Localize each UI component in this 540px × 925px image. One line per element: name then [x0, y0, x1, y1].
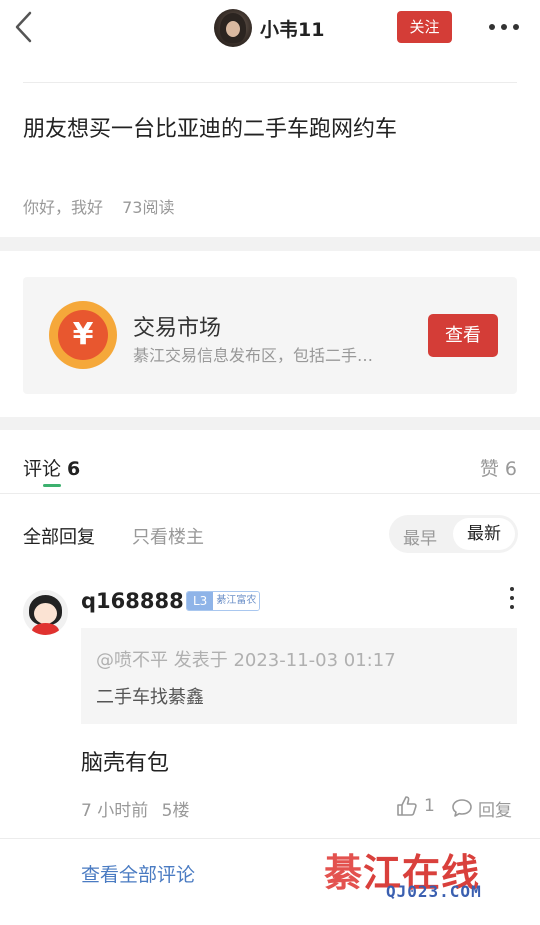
site-watermark-logo: 綦江在线 QJ023.COM — [324, 850, 482, 901]
tab-comments-label: 评论 — [23, 458, 62, 480]
reply-button[interactable]: 回复 — [451, 796, 512, 821]
commenter-avatar[interactable] — [23, 590, 68, 635]
tab-likes[interactable]: 赞 6 — [480, 454, 517, 481]
thumbs-up-icon — [397, 796, 417, 816]
section-gap — [0, 417, 540, 430]
sort-latest-option[interactable]: 最新 — [453, 518, 515, 550]
quoted-reply: @喷不平 发表于 2023-11-03 01:17 二手车找綦鑫 — [81, 628, 517, 724]
commenter-name[interactable]: q168888 — [81, 589, 184, 613]
read-count: 73阅读 — [122, 198, 175, 217]
section-gap — [0, 237, 540, 251]
speech-bubble-icon — [452, 799, 472, 817]
like-count: 1 — [424, 796, 435, 816]
quote-text: 二手车找綦鑫 — [96, 687, 204, 708]
active-tab-indicator — [43, 484, 61, 487]
yuan-icon: ¥ — [49, 301, 117, 369]
sort-toggle: 最早 最新 — [389, 515, 518, 553]
view-section-button[interactable]: 查看 — [428, 314, 498, 357]
section-title: 交易市场 — [133, 316, 222, 341]
quote-meta: @喷不平 发表于 2023-11-03 01:17 — [96, 650, 396, 671]
filter-all-replies[interactable]: 全部回复 — [23, 523, 95, 549]
level-badge: L3 綦江富农 — [186, 591, 261, 611]
section-description: 綦江交易信息发布区，包括二手… — [133, 346, 374, 365]
author-avatar[interactable] — [214, 9, 252, 47]
footer-divider — [0, 838, 540, 839]
comment-body: 脑壳有包 — [81, 751, 170, 776]
author-name[interactable]: 小韦11 — [260, 15, 324, 42]
more-options-icon[interactable] — [489, 24, 519, 32]
comment-tabs: 评论 6 赞 6 — [0, 430, 540, 494]
level-value: L3 — [187, 592, 214, 610]
rank-title: 綦江富农 — [213, 592, 260, 610]
follow-button[interactable]: 关注 — [397, 11, 452, 43]
reply-label: 回复 — [478, 800, 512, 821]
post-meta: 你好，我好 73阅读 — [23, 194, 174, 218]
view-all-comments-link[interactable]: 查看全部评论 — [81, 860, 195, 887]
forum-section-card[interactable]: ¥ 交易市场 綦江交易信息发布区，包括二手… 查看 — [23, 277, 517, 394]
post-title: 朋友想买一台比亚迪的二手车跑网约车 — [23, 117, 398, 142]
filter-op-only[interactable]: 只看楼主 — [132, 523, 204, 549]
comment-floor: 5楼 — [161, 801, 190, 821]
author-info[interactable]: 小韦11 — [214, 8, 324, 48]
tab-comments[interactable]: 评论 6 — [23, 454, 80, 481]
comment-time: 7 小时前 — [81, 801, 149, 821]
post-tagline: 你好，我好 — [23, 198, 104, 217]
comment-meta: 7 小时前 5楼 — [81, 796, 189, 821]
header-divider — [23, 82, 517, 83]
sort-earliest-option[interactable]: 最早 — [403, 524, 437, 549]
back-arrow-icon[interactable] — [12, 10, 36, 44]
like-button[interactable]: 1 — [396, 794, 435, 818]
comment-more-icon[interactable] — [510, 587, 516, 609]
comment-count: 6 — [67, 458, 81, 480]
top-bar: 小韦11 关注 — [0, 0, 540, 56]
